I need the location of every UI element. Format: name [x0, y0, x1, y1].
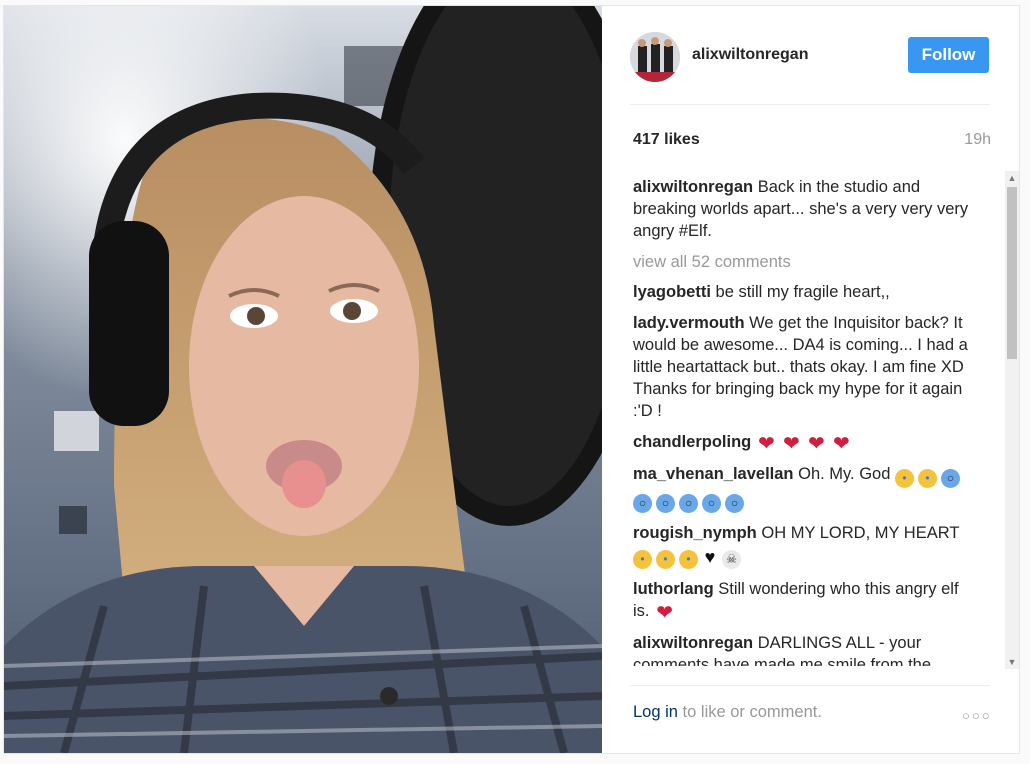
comment-item: chandlerpoling ❤ ❤ ❤ ❤ [633, 431, 978, 454]
comment-username[interactable]: lyagobetti [633, 283, 711, 301]
header-username[interactable]: alixwiltonregan [692, 46, 808, 64]
comment-username[interactable]: lady.vermouth [633, 314, 745, 332]
sparkling-heart-icon: ❤ [832, 433, 850, 455]
post-header: alixwiltonregan Follow [630, 32, 990, 82]
post-card: alixwiltonregan Follow 417 likes 19h ali… [3, 5, 1020, 754]
comment-text: Oh. My. God [798, 465, 891, 483]
post-photo[interactable] [4, 6, 602, 753]
sparkling-heart-icon: ❤ [807, 433, 825, 455]
divider [630, 685, 990, 686]
comment-username[interactable]: alixwiltonregan [633, 634, 753, 652]
crying-face-icon: • [656, 550, 675, 569]
comment-username[interactable]: chandlerpoling [633, 433, 751, 451]
comment-item: rougish_nymph OH MY LORD, MY HEART • • • ♥ ☠ [633, 522, 978, 569]
crying-face-icon: • [633, 550, 652, 569]
likes-count[interactable]: 417 likes [633, 131, 700, 149]
divider [630, 104, 990, 105]
post-time[interactable]: 19h [942, 131, 991, 149]
post-sidebar: alixwiltonregan Follow 417 likes 19h ali… [602, 6, 1019, 753]
scroll-down-arrow-icon[interactable]: ▼ [1005, 655, 1019, 669]
comment-text: be still my fragile heart,, [715, 283, 890, 301]
comment-username[interactable]: luthorlang [633, 580, 714, 598]
comment-item: lady.vermouth We get the Inquisitor back… [633, 312, 978, 422]
screaming-face-icon: ○ [725, 494, 744, 513]
heart-icon: ❤ [656, 602, 673, 624]
screaming-face-icon: ○ [941, 469, 961, 488]
screaming-face-icon: ○ [656, 494, 675, 513]
comment-item: ma_vhenan_lavellan Oh. My. God • • ○○ ○ ○ ○ ○ [633, 463, 978, 513]
comment-username[interactable]: ma_vhenan_lavellan [633, 465, 794, 483]
login-prompt: Log in to like or comment. [633, 703, 822, 722]
screaming-face-icon: ○ [702, 494, 721, 513]
login-link[interactable]: Log in [633, 703, 678, 721]
photo-image [4, 6, 602, 753]
avatar-image [630, 32, 680, 82]
avatar[interactable] [630, 32, 680, 82]
comment-username[interactable]: rougish_nymph [633, 524, 757, 542]
follow-button[interactable]: Follow [908, 37, 989, 73]
black-heart-icon: ♥ [704, 547, 716, 567]
sparkling-heart-icon: ❤ [757, 433, 775, 455]
scrollbar-thumb[interactable] [1007, 187, 1017, 359]
caption-username[interactable]: alixwiltonregan [633, 178, 753, 196]
comment-item: luthorlang Still wondering who this angr… [633, 578, 978, 623]
screaming-face-icon: ○ [633, 494, 652, 513]
comment-item: lyagobetti be still my fragile heart,, [633, 281, 978, 303]
skull-icon: ☠ [722, 550, 741, 569]
comment-item: alixwiltonregan DARLINGS ALL - your comm… [633, 632, 978, 666]
comments-scrollbar[interactable]: ▲ ▼ [1005, 171, 1019, 669]
crying-face-icon: • [895, 469, 915, 488]
screaming-face-icon: ○ [679, 494, 698, 513]
crying-face-icon: • [918, 469, 938, 488]
caption: alixwiltonregan Back in the studio and b… [633, 176, 978, 242]
comment-text: OH MY LORD, MY HEART [761, 524, 960, 542]
sparkling-heart-icon: ❤ [782, 433, 800, 455]
scroll-up-arrow-icon[interactable]: ▲ [1005, 171, 1019, 185]
comments-list[interactable]: alixwiltonregan Back in the studio and b… [633, 176, 978, 666]
view-all-comments-link[interactable]: view all 52 comments [633, 251, 978, 273]
more-options-icon[interactable]: ○○○ [962, 708, 992, 723]
crying-face-icon: • [679, 550, 698, 569]
login-prompt-text: to like or comment. [677, 703, 822, 721]
